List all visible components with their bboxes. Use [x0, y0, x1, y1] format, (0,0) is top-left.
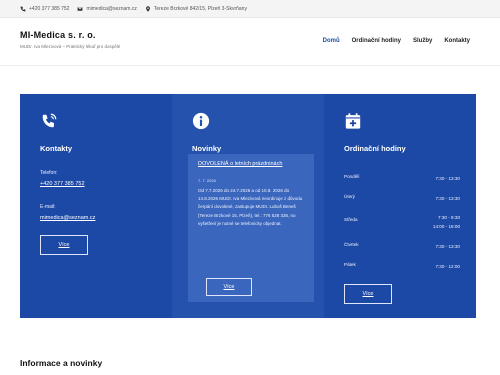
site-header: MI-Medica s. r. o. MUDr. Iva Mlezivová –… [0, 18, 500, 66]
contacts-phone-link[interactable]: +420 377 385 752 [40, 181, 85, 187]
topbar-address-text: Tereze Brzkové 842/15, Plzeň 3-Skvrňany [153, 5, 247, 12]
topbar-phone[interactable]: +420 377 385 752 [20, 6, 69, 12]
site-tagline: MUDr. Iva Mlezivová – Praktický lékař pr… [20, 44, 121, 49]
hours-time: 7:30 - 12:00 [435, 264, 460, 269]
hours-day: Pátek [344, 262, 356, 267]
news-item-title[interactable]: DOVOLENÁ o letních prázdninách [198, 160, 308, 168]
hours-day: Čtvrtek [344, 242, 359, 247]
hours-day: Pondělí [344, 174, 360, 179]
hours-time: 7:30 - 13:30 [435, 176, 460, 181]
hours-day: Úterý [344, 194, 355, 199]
map-pin-icon [145, 5, 150, 12]
nav-item-domu[interactable]: Domů [323, 38, 340, 44]
section-heading: Informace a novinky [20, 358, 103, 368]
contacts-title: Kontakty [40, 144, 73, 153]
medical-calendar-icon [345, 113, 361, 129]
hours-day: Středa [344, 217, 358, 222]
contacts-email-link[interactable]: mimedica@seznam.cz [40, 215, 95, 221]
hours-panel: Ordinační hodiny Pondělí 7:30 - 13:30 Út… [324, 94, 476, 318]
hours-time: 7:30 - 9:30 [438, 215, 460, 220]
phone-label: Telefon: [40, 170, 58, 176]
topbar-email-text: mimedica@seznam.cz [86, 5, 137, 12]
news-item-date: 7. 7. 2026 [198, 178, 216, 183]
main-nav: Domů Ordinační hodiny Služby Kontakty [323, 38, 470, 44]
nav-item-sluzby[interactable]: Služby [413, 38, 432, 44]
news-item-body: Od 7.7.2026 do 24.7.2026 a od 10.8. 2026… [198, 188, 303, 226]
site-name[interactable]: MI-Medica s. r. o. [20, 30, 120, 40]
phone-ring-icon [42, 113, 57, 128]
nav-item-kontakty[interactable]: Kontakty [444, 38, 470, 44]
nav-item-ordinacni-hodiny[interactable]: Ordinační hodiny [352, 38, 401, 44]
topbar-email[interactable]: mimedica@seznam.cz [77, 5, 137, 12]
phone-icon [20, 6, 26, 11]
news-more-button[interactable]: Více [206, 278, 252, 296]
hours-more-button[interactable]: Více [344, 284, 392, 304]
hours-time-2: 14:00 - 18:00 [432, 224, 460, 229]
contacts-panel: Kontakty Telefon: +420 377 385 752 E-mai… [20, 94, 172, 318]
topbar: +420 377 385 752 mimedica@seznam.cz Tere… [0, 0, 500, 18]
envelope-icon [78, 6, 83, 11]
contacts-more-button[interactable]: Více [40, 235, 88, 255]
topbar-address: Tereze Brzkové 842/15, Plzeň 3-Skvrňany [145, 6, 247, 12]
news-item-card: DOVOLENÁ o letních prázdninách 7. 7. 202… [188, 154, 314, 302]
hours-title: Ordinační hodiny [344, 144, 406, 153]
topbar-phone-text: +420 377 385 752 [29, 5, 70, 12]
news-title: Novinky [192, 144, 222, 153]
news-panel: Novinky DOVOLENÁ o letních prázdninách 7… [172, 94, 324, 318]
info-icon [192, 112, 210, 130]
email-label: E-mail: [40, 204, 56, 210]
hours-time: 7:30 - 13:30 [435, 196, 460, 201]
hours-time: 7:30 - 13:30 [435, 244, 460, 249]
brand[interactable]: MI-Medica s. r. o. MUDr. Iva Mlezivová –… [20, 30, 120, 49]
